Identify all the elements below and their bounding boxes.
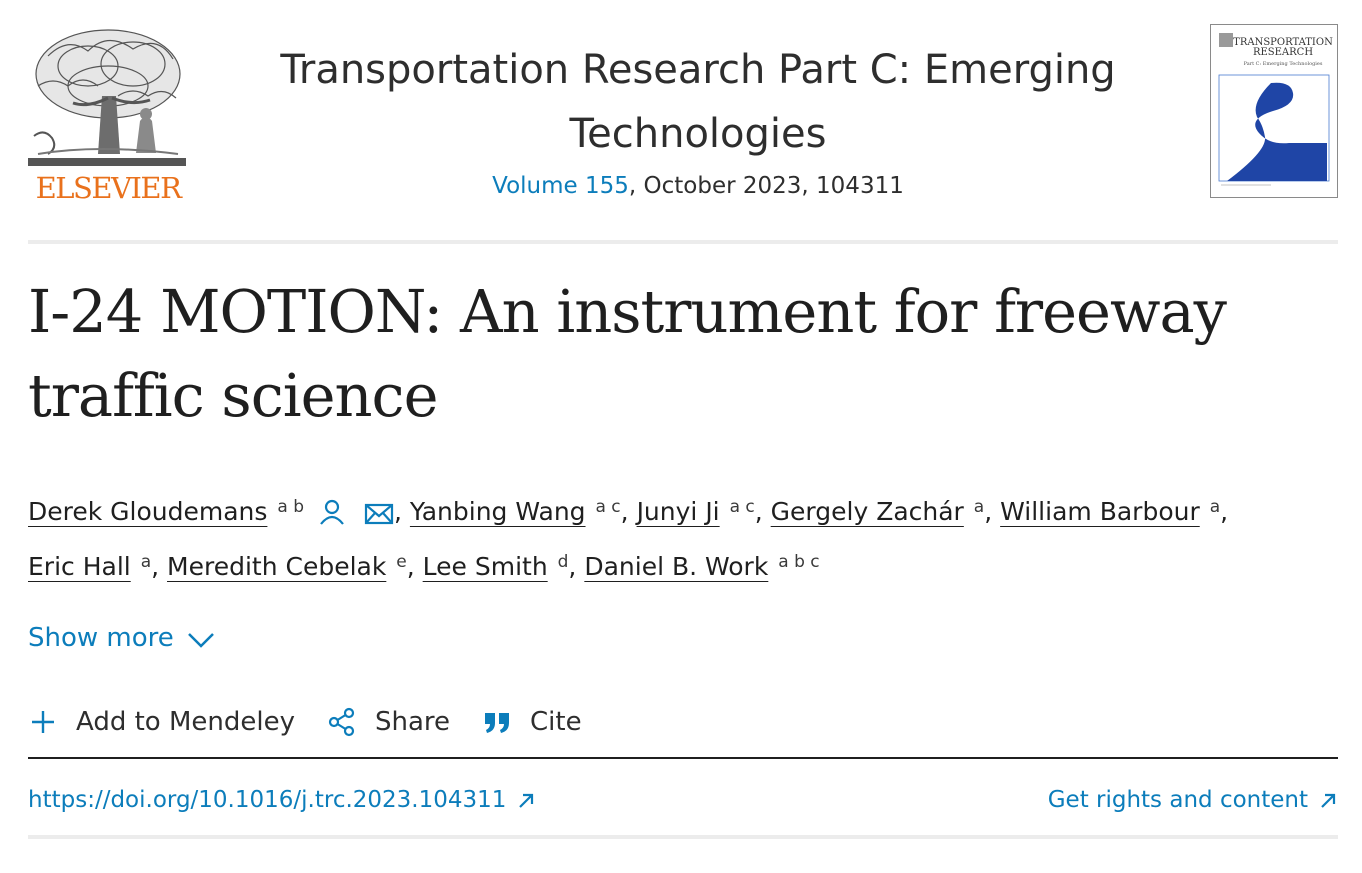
journal-cover-image: TRANSPORTATION RESEARCH Part C: Emerging… (1215, 29, 1333, 193)
share-icon (328, 707, 355, 737)
author-name[interactable]: Lee Smith (423, 552, 548, 581)
rights-text: Get rights and content (1047, 787, 1308, 813)
journal-cover[interactable]: TRANSPORTATION RESEARCH Part C: Emerging… (1210, 24, 1338, 198)
cite-button[interactable]: Cite (482, 707, 582, 737)
author-item: Junyi Ji a c (637, 497, 755, 526)
quote-icon (485, 713, 510, 733)
chevron-down-icon (187, 633, 214, 648)
journal-title[interactable]: Transportation Research Part C: Emerging… (248, 38, 1148, 166)
bottom-divider (28, 835, 1338, 839)
author-name[interactable]: Eric Hall (28, 552, 131, 581)
author-affiliation[interactable]: a c (730, 497, 755, 517)
share-button[interactable]: Share (327, 707, 450, 737)
author-item: Meredith Cebelak e (167, 552, 407, 581)
author-item: Daniel B. Work a b c (584, 552, 819, 581)
journal-meta: Volume 155, October 2023, 104311 (248, 168, 1148, 204)
author-item: Yanbing Wang a c (410, 497, 621, 526)
article-actions: Add to Mendeley Share Cite (28, 700, 614, 744)
journal-header: ELSEVIER Transportation Research Part C:… (28, 0, 1338, 242)
author-name[interactable]: Yanbing Wang (410, 497, 586, 526)
cover-title-2: RESEARCH (1253, 47, 1313, 58)
author-name[interactable]: Daniel B. Work (584, 552, 768, 581)
actions-divider (28, 757, 1338, 759)
author-affiliation[interactable]: a (974, 497, 984, 517)
get-rights-link[interactable]: Get rights and content (1048, 782, 1338, 818)
share-label: Share (374, 707, 451, 737)
author-affiliation[interactable]: a b (277, 497, 304, 517)
author-affiliation[interactable]: a c (595, 497, 620, 517)
mendeley-label: Add to Mendeley (76, 707, 295, 737)
author-name[interactable]: Derek Gloudemans (28, 497, 267, 526)
article-title: I-24 MOTION: An instrument for freeway t… (28, 277, 1227, 430)
cite-label: Cite (530, 707, 582, 737)
author-affiliation[interactable]: a b c (778, 552, 819, 572)
author-affiliation[interactable]: a (1210, 497, 1220, 517)
author-name[interactable]: Meredith Cebelak (167, 552, 386, 581)
author-affiliation[interactable]: d (558, 552, 569, 572)
elsevier-wordmark: ELSEVIER (35, 171, 182, 205)
plus-icon (32, 711, 54, 733)
add-to-mendeley-button[interactable]: Add to Mendeley (28, 707, 295, 737)
author-list: Derek Gloudemans a b, Yanbing Wang a c, … (28, 497, 1229, 581)
author-item: Derek Gloudemans a b (28, 497, 304, 526)
external-link-icon (1321, 793, 1336, 808)
email-icon[interactable] (364, 502, 394, 526)
author-name[interactable]: William Barbour (1000, 497, 1200, 526)
author-name[interactable]: Junyi Ji (637, 497, 720, 526)
author-affiliation[interactable]: e (396, 552, 406, 572)
header-divider (28, 240, 1338, 244)
elsevier-logo[interactable]: ELSEVIER (28, 26, 186, 205)
journal-info: Transportation Research Part C: Emerging… (248, 38, 1148, 204)
cover-subtitle: Part C: Emerging Technologies (1244, 61, 1323, 67)
elsevier-tree-icon (28, 26, 186, 166)
doi-link[interactable]: https://doi.org/10.1016/j.trc.2023.10431… (28, 782, 536, 818)
author-name[interactable]: Gergely Zachár (771, 497, 964, 526)
person-icon[interactable] (318, 498, 346, 526)
issue-info: , October 2023, 104311 (628, 173, 904, 199)
doi-text: https://doi.org/10.1016/j.trc.2023.10431… (28, 787, 507, 813)
volume-link[interactable]: Volume 155 (492, 173, 629, 199)
author-item: Eric Hall a (28, 552, 151, 581)
author-item: Lee Smith d (423, 552, 569, 581)
show-more-button[interactable]: Show more (28, 618, 216, 658)
external-link-icon (519, 793, 534, 808)
author-affiliation[interactable]: a (141, 552, 151, 572)
author-item: William Barbour a (1000, 497, 1220, 526)
author-item: Gergely Zachár a (771, 497, 985, 526)
show-more-label: Show more (28, 623, 174, 653)
